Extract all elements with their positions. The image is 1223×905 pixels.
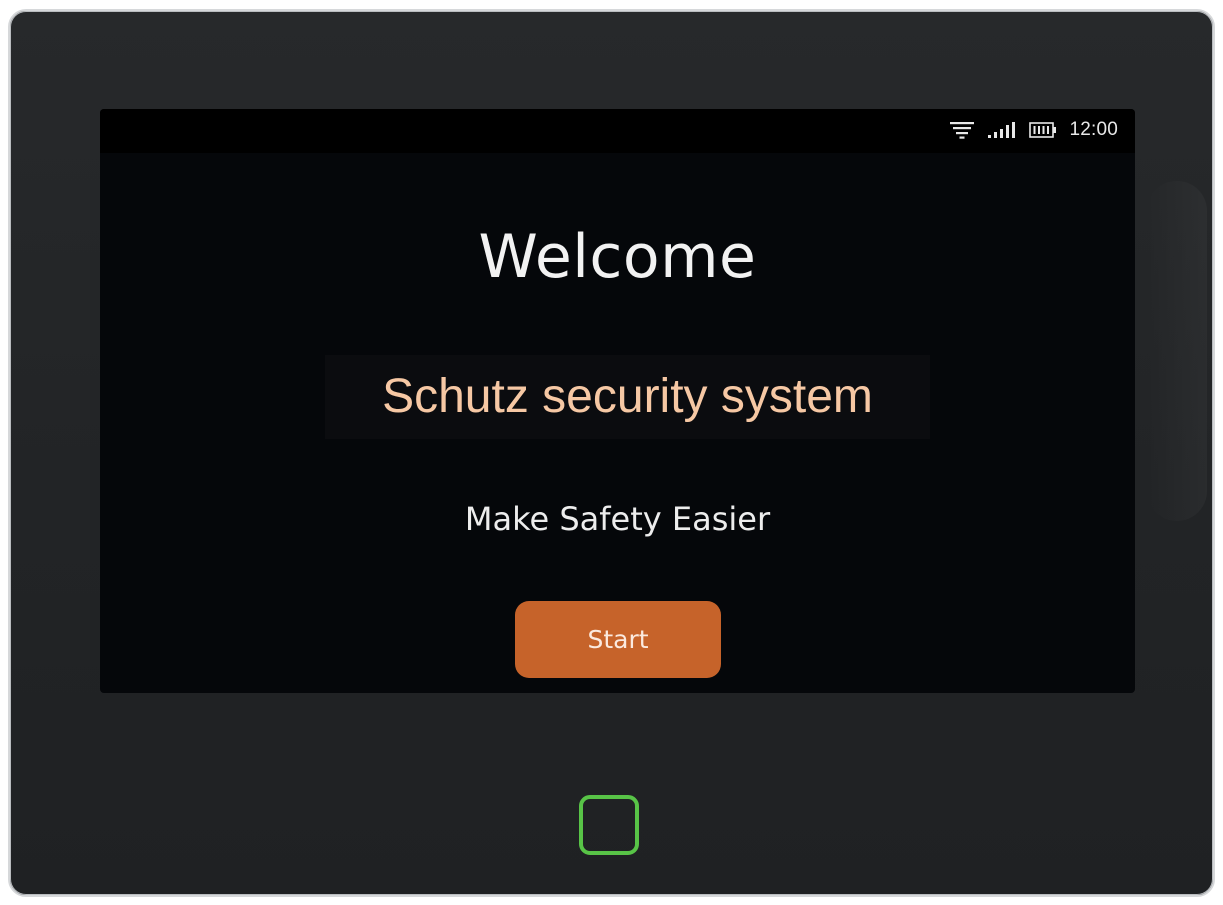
brand-banner: Schutz security system xyxy=(325,355,930,439)
wifi-icon xyxy=(949,120,975,140)
device-bezel: 12:00 Welcome Schutz security system Mak… xyxy=(8,9,1215,897)
status-time: 12:00 xyxy=(1069,119,1118,140)
brand-name: Schutz security system xyxy=(382,370,873,423)
touch-screen: 12:00 Welcome Schutz security system Mak… xyxy=(100,109,1135,693)
signal-icon xyxy=(987,120,1017,140)
tagline: Make Safety Easier xyxy=(464,500,771,538)
welcome-title: Welcome xyxy=(478,222,757,292)
status-icons: 12:00 xyxy=(949,116,1118,144)
home-key-icon[interactable] xyxy=(579,795,639,855)
start-button[interactable]: Start xyxy=(515,601,721,678)
battery-icon xyxy=(1029,121,1057,139)
bezel-highlight xyxy=(1147,181,1207,521)
status-bar: 12:00 xyxy=(100,109,1135,153)
